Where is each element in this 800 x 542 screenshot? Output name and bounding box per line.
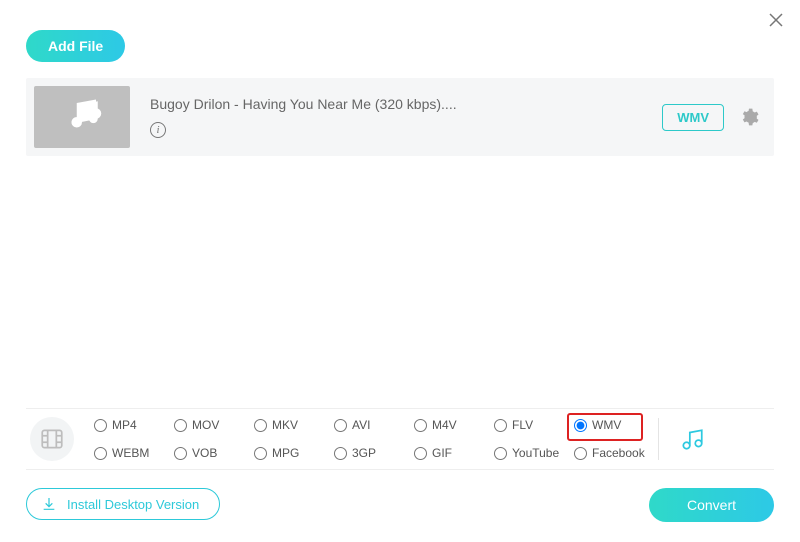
install-desktop-button[interactable]: Install Desktop Version [26, 488, 220, 520]
format-label: MOV [192, 418, 219, 432]
file-item: Bugoy Drilon - Having You Near Me (320 k… [26, 78, 774, 156]
format-label: MPG [272, 446, 299, 460]
format-radio-wmv[interactable]: WMV [574, 418, 654, 432]
format-radio-3gp[interactable]: 3GP [334, 446, 414, 460]
install-label: Install Desktop Version [67, 497, 199, 512]
info-icon[interactable]: i [150, 122, 166, 138]
format-radio-youtube[interactable]: YouTube [494, 446, 574, 460]
format-radio-mpg[interactable]: MPG [254, 446, 334, 460]
format-label: VOB [192, 446, 217, 460]
format-radio-vob[interactable]: VOB [174, 446, 254, 460]
audio-category-icon[interactable] [677, 424, 707, 454]
format-label: WMV [592, 418, 621, 432]
video-category-icon[interactable] [30, 417, 74, 461]
format-radio-flv[interactable]: FLV [494, 418, 574, 432]
format-radio-grid: MP4 MOV MKV AVI M4V FLV WMV WEBM VOB MPG… [94, 414, 654, 464]
format-radio-webm[interactable]: WEBM [94, 446, 174, 460]
format-label: YouTube [512, 446, 559, 460]
file-title: Bugoy Drilon - Having You Near Me (320 k… [150, 96, 662, 112]
format-label: 3GP [352, 446, 376, 460]
download-icon [41, 496, 57, 512]
output-format-badge[interactable]: WMV [662, 104, 724, 131]
format-label: AVI [352, 418, 370, 432]
format-label: WEBM [112, 446, 149, 460]
format-radio-mkv[interactable]: MKV [254, 418, 334, 432]
format-radio-avi[interactable]: AVI [334, 418, 414, 432]
panel-separator [658, 418, 659, 460]
music-thumbnail-icon [34, 86, 130, 148]
format-panel: MP4 MOV MKV AVI M4V FLV WMV WEBM VOB MPG… [26, 408, 774, 470]
add-file-button[interactable]: Add File [26, 30, 125, 62]
format-radio-facebook[interactable]: Facebook [574, 446, 654, 460]
convert-button[interactable]: Convert [649, 488, 774, 522]
format-radio-mov[interactable]: MOV [174, 418, 254, 432]
format-radio-m4v[interactable]: M4V [414, 418, 494, 432]
format-radio-mp4[interactable]: MP4 [94, 418, 174, 432]
format-radio-gif[interactable]: GIF [414, 446, 494, 460]
format-label: Facebook [592, 446, 645, 460]
close-button[interactable] [766, 10, 786, 30]
format-label: GIF [432, 446, 452, 460]
format-label: FLV [512, 418, 533, 432]
format-label: MP4 [112, 418, 137, 432]
settings-gear-icon[interactable] [738, 106, 760, 128]
format-label: MKV [272, 418, 298, 432]
format-label: M4V [432, 418, 457, 432]
